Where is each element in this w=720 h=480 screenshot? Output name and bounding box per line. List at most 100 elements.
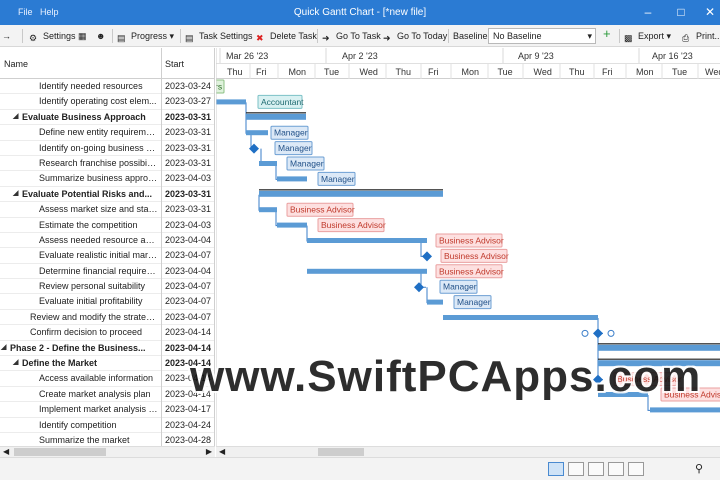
task-bar[interactable] [259, 207, 277, 213]
arrow-right-icon: ➜ [322, 33, 330, 43]
progress-button[interactable]: ▤ Progress ▾ [117, 28, 174, 44]
table-row[interactable]: Access available information 2023-04-14 [0, 371, 214, 388]
milestone-diamond[interactable] [414, 282, 424, 293]
task-bar[interactable] [427, 299, 443, 305]
baseline-select[interactable]: No Baseline ▾ [488, 28, 596, 44]
chart-scroll-thumb[interactable] [318, 448, 364, 456]
close-icon[interactable]: ✕ [702, 4, 718, 20]
task-name: Review personal suitability [39, 281, 146, 292]
scroll-right-icon[interactable]: ▶ [206, 447, 212, 456]
column-divider [161, 155, 162, 172]
delete-task-button[interactable]: ✖ Delete Task [256, 28, 317, 44]
collapse-icon[interactable]: ◢ [13, 189, 18, 197]
column-divider [161, 109, 162, 126]
table-row[interactable]: Review and modify the strategi... 2023-04… [0, 309, 214, 326]
export-button[interactable]: ▩ Export ▾ [624, 28, 671, 44]
task-start: 2023-04-07 [165, 311, 212, 322]
resource-label: Business Advisor [290, 205, 355, 215]
grid-scroll-thumb[interactable] [14, 448, 106, 456]
print-button[interactable]: ⎙ Print... [682, 28, 720, 44]
go-to-today-button[interactable]: ➜ Go To Today [383, 28, 447, 44]
gantt-view-icon[interactable] [548, 462, 564, 476]
task-bar[interactable] [443, 315, 598, 320]
progress-icon: ▤ [117, 33, 126, 43]
go-to-task-button[interactable]: ➜ Go To Task [322, 28, 381, 44]
column-header-start[interactable]: Start [165, 59, 184, 69]
summary-bar[interactable] [246, 113, 306, 120]
task-bar[interactable] [277, 222, 307, 228]
table-row[interactable]: Assess market size and stabil... 2023-03-… [0, 202, 214, 219]
resource-label: rs [216, 82, 222, 92]
table-row[interactable]: ◢ Evaluate Business Approach 2023-03-31 [0, 109, 214, 126]
milestone-diamond[interactable] [422, 251, 432, 262]
task-start: 2023-04-03 [165, 219, 212, 230]
scroll-left-icon[interactable]: ◀ [3, 447, 9, 456]
task-start: 2023-04-04 [165, 234, 212, 245]
collapse-icon[interactable]: ◢ [13, 358, 18, 366]
link-handle[interactable] [581, 329, 589, 337]
day-label: Mon [462, 67, 480, 77]
task-bar[interactable] [307, 268, 427, 274]
table-row[interactable]: Implement market analysis p... 2023-04-17 [0, 402, 214, 419]
redo-icon[interactable]: → [2, 28, 11, 44]
calendar-icon[interactable]: ▦ [78, 28, 87, 44]
table-row[interactable]: Identify operating cost elem... 2023-03-2… [0, 94, 214, 111]
maximize-icon[interactable]: □ [673, 4, 689, 20]
table-row[interactable]: Research franchise possibilities 2023-03-… [0, 155, 214, 172]
column-header-name[interactable]: Name [4, 59, 28, 69]
summary-bar[interactable] [598, 344, 720, 351]
task-bar[interactable] [307, 238, 427, 243]
task-name: Phase 2 - Define the Business... [10, 342, 146, 353]
column-divider[interactable] [161, 48, 162, 79]
table-row[interactable]: Identify needed resources 2023-03-24 [0, 79, 214, 95]
title-bar: File Help Quick Gantt Chart - [*new file… [0, 0, 720, 25]
column-divider [161, 140, 162, 157]
table-row[interactable]: Summarize the market 2023-04-28 [0, 432, 214, 446]
chart-view-icon[interactable] [588, 462, 604, 476]
list-view-icon[interactable] [628, 462, 644, 476]
collapse-icon[interactable]: ◢ [13, 112, 18, 120]
table-row[interactable]: Evaluate realistic initial mark... 2023-0… [0, 248, 214, 265]
task-bar[interactable] [246, 130, 268, 136]
scroll-left-icon[interactable]: ◀ [219, 447, 225, 456]
task-settings-button[interactable]: ▤ Task Settings [185, 28, 253, 44]
summary-bar[interactable] [259, 190, 443, 197]
task-name: Assess needed resource avail... [39, 234, 158, 245]
table-row[interactable]: Assess needed resource avail... 2023-04-0… [0, 232, 214, 249]
task-bar[interactable] [216, 99, 246, 105]
table-row[interactable]: ◢ Evaluate Potential Risks and... 2023-03-… [0, 186, 214, 203]
task-bar[interactable] [650, 407, 720, 413]
toolbar-separator [619, 29, 620, 43]
add-baseline-icon[interactable]: + [603, 26, 611, 42]
table-row[interactable]: Review personal suitability 2023-04-07 [0, 279, 214, 296]
table-row[interactable]: ◢ Define the Market 2023-04-14 [0, 356, 214, 373]
task-bar[interactable] [277, 176, 307, 182]
chart-hscrollbar[interactable]: ◀ [216, 446, 720, 457]
day-label: Wed [534, 67, 552, 77]
table-view-icon[interactable] [608, 462, 624, 476]
table-row[interactable]: ◢ Phase 2 - Define the Business... 2023-04… [0, 340, 214, 357]
settings-button[interactable]: ⚙ Settings [29, 28, 76, 44]
table-row[interactable]: Confirm decision to proceed 2023-04-14 [0, 325, 214, 342]
grid-view-icon[interactable] [568, 462, 584, 476]
milestone-diamond[interactable] [593, 328, 603, 339]
grid-hscrollbar[interactable]: ◀ ▶ [0, 446, 215, 457]
minimize-icon[interactable]: – [640, 4, 656, 20]
zoom-out-icon[interactable]: ⚲ [695, 462, 703, 475]
table-row[interactable]: Create market analysis plan 2023-04-14 [0, 386, 214, 403]
table-row[interactable]: Determine financial requirem... 2023-04-0… [0, 263, 214, 280]
table-row[interactable]: Identify competition 2023-04-24 [0, 417, 214, 434]
collapse-icon[interactable]: ◢ [1, 343, 6, 351]
task-start: 2023-04-07 [165, 296, 212, 307]
table-row[interactable]: Define new entity requireme... 2023-03-31 [0, 125, 214, 142]
link-handle[interactable] [607, 329, 615, 337]
task-start: 2023-03-31 [165, 142, 212, 153]
day-label: Wed [360, 67, 378, 77]
toolbar-separator [112, 29, 113, 43]
table-row[interactable]: Identify on-going business p... 2023-03-3… [0, 140, 214, 157]
table-row[interactable]: Evaluate initial profitability 2023-04-07 [0, 294, 214, 311]
resources-icon[interactable]: ☻ [96, 28, 105, 44]
table-row[interactable]: Summarize business approach 2023-04-03 [0, 171, 214, 188]
table-row[interactable]: Estimate the competition 2023-04-03 [0, 217, 214, 234]
task-bar[interactable] [259, 161, 277, 166]
